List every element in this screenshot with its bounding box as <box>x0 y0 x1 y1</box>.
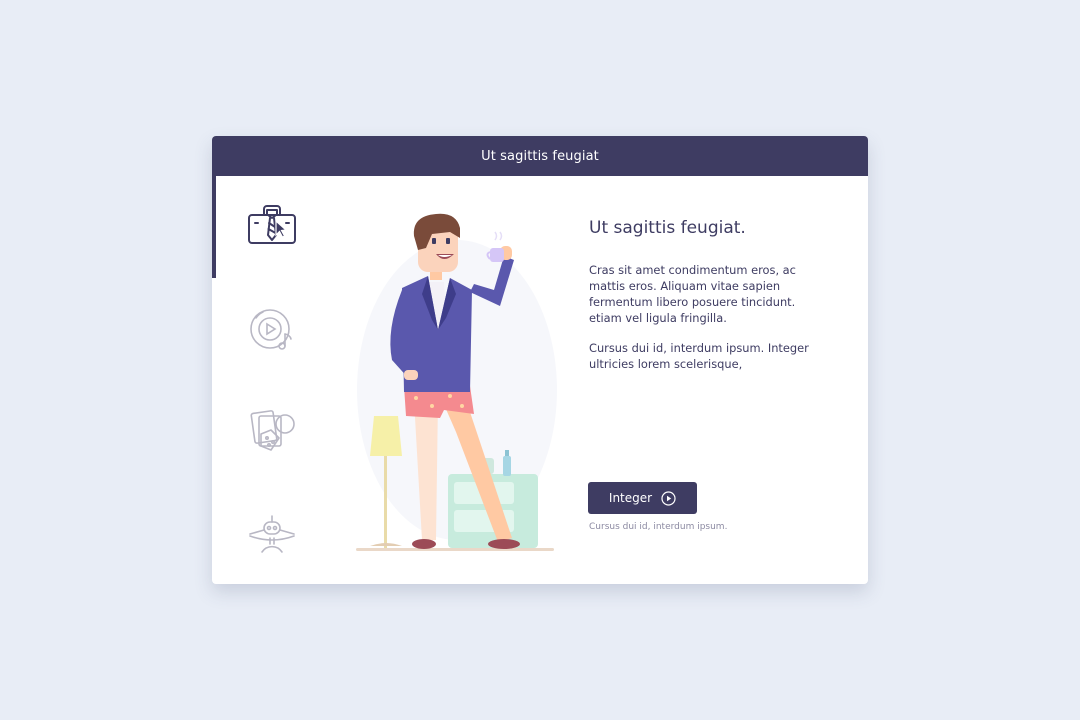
sidebar-item-business[interactable] <box>212 176 332 278</box>
card-title: Ut sagittis feugiat <box>481 148 599 164</box>
content-paragraph-secondary: Cursus dui id, interdum ipsum. Integer u… <box>589 341 809 371</box>
integer-button[interactable]: Integer <box>588 482 697 514</box>
sidebar-item-music[interactable] <box>212 278 332 380</box>
content-panel: Ut sagittis feugiat. Cras sit amet condi… <box>589 218 829 371</box>
card-header: Ut sagittis feugiat <box>212 136 868 176</box>
cards-dice-icon <box>250 410 295 451</box>
plane-globe-icon <box>249 515 295 553</box>
integer-button-label: Integer <box>608 491 653 505</box>
man-with-mug-illustration <box>356 213 557 551</box>
music-disc-icon <box>250 309 292 350</box>
content-heading: Ut sagittis feugiat. <box>589 218 746 238</box>
sidebar <box>212 176 332 584</box>
play-circle-icon <box>661 490 676 506</box>
briefcase-tie-icon <box>248 205 296 244</box>
sidebar-item-games[interactable] <box>212 380 332 482</box>
button-caption: Cursus dui id, interdum ipsum. <box>589 522 728 532</box>
content-paragraph: Cras sit amet condimentum eros, ac matti… <box>589 263 796 325</box>
sidebar-item-travel[interactable] <box>212 482 332 584</box>
main-card: Ut sagittis feugiat Ut sagittis feugiat.… <box>212 136 868 584</box>
